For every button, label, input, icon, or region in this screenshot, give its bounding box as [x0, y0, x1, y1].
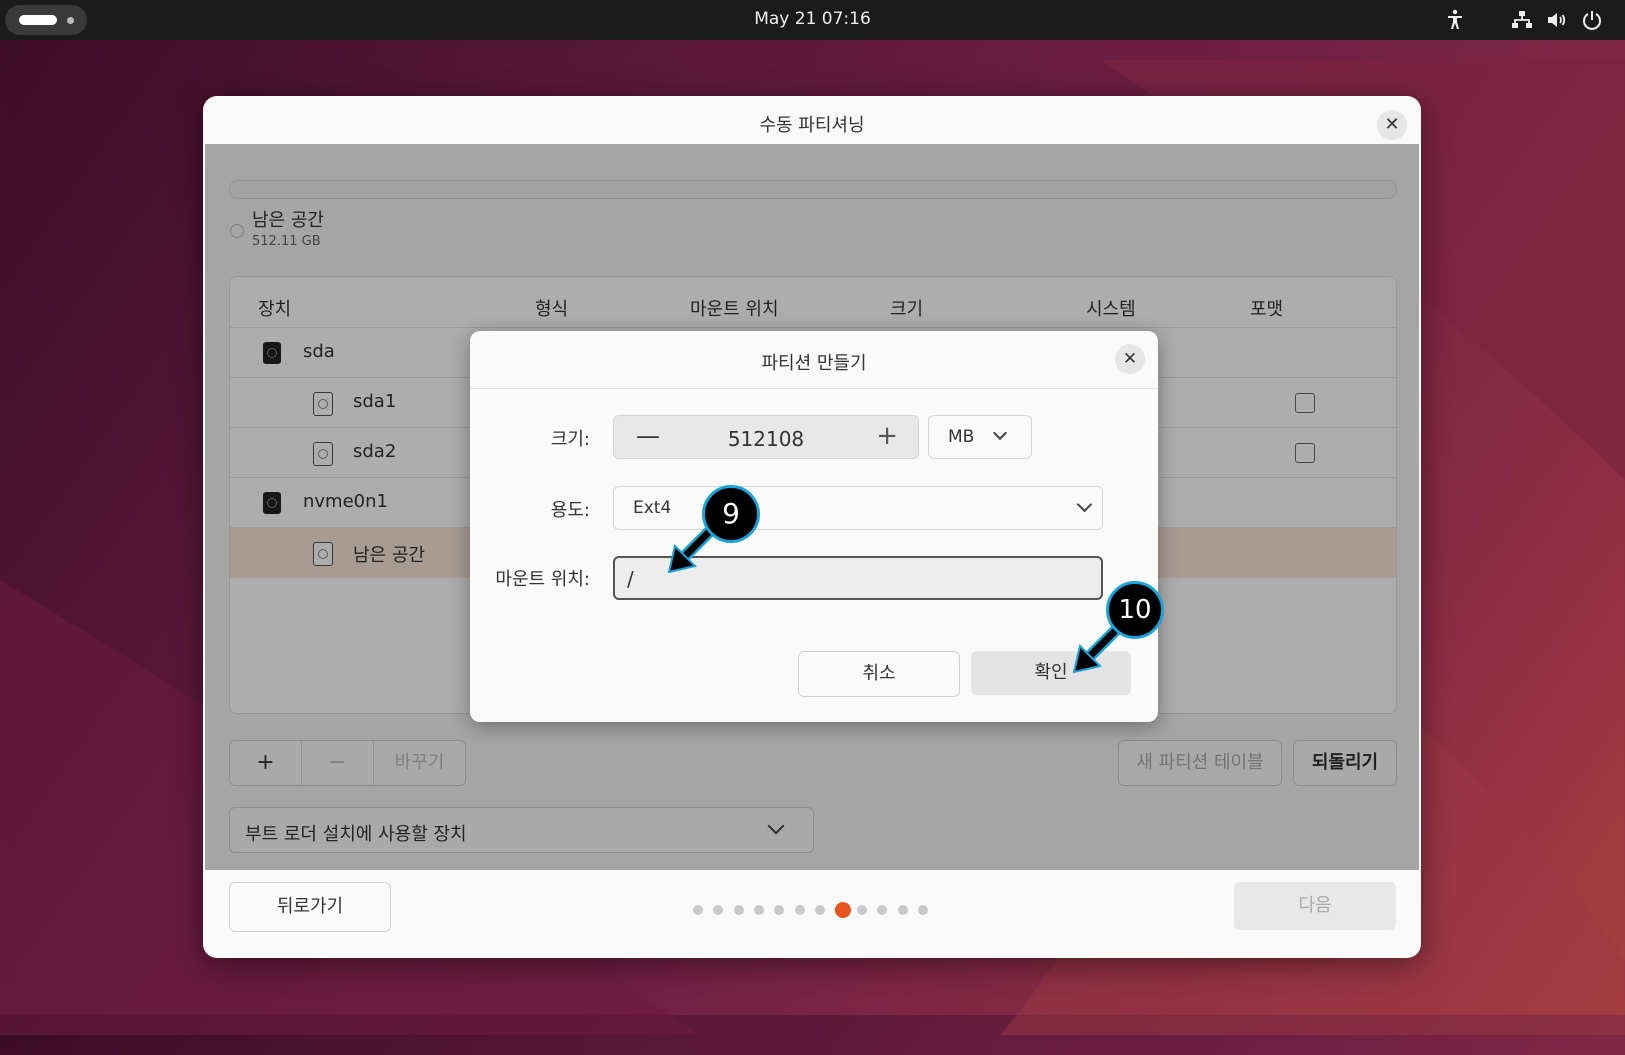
step-9-badge: 9 — [702, 485, 760, 543]
dialog-close-button[interactable]: ✕ — [1115, 344, 1145, 374]
step-10-badge: 10 — [1106, 581, 1164, 639]
step-dot — [918, 905, 928, 915]
power-icon[interactable] — [1580, 8, 1604, 32]
step-dot-active — [835, 902, 852, 918]
size-stepper[interactable]: — 512108 + — [613, 415, 919, 459]
use-label: 용도: — [550, 500, 590, 521]
step-dot — [713, 905, 724, 915]
filesystem-value: Ext4 — [633, 498, 672, 518]
step-dot — [814, 905, 825, 915]
plus-icon[interactable]: + — [876, 421, 898, 451]
next-button[interactable]: 다음 — [1234, 882, 1396, 930]
network-icon[interactable] — [1510, 8, 1534, 32]
dialog-title: 파티션 만들기 — [761, 353, 867, 374]
size-value[interactable]: 512108 — [614, 427, 918, 451]
size-label: 크기: — [550, 429, 590, 450]
close-icon: ✕ — [1384, 114, 1400, 135]
step-dot — [877, 905, 888, 915]
unit-select[interactable]: MB — [928, 415, 1032, 459]
accessibility-icon[interactable] — [1443, 8, 1467, 32]
top-bar: May 21 07:16 — [0, 0, 1625, 40]
chevron-down-icon — [992, 425, 1008, 441]
step-dot — [897, 905, 908, 915]
divider — [470, 388, 1158, 389]
window-close-button[interactable]: ✕ — [1377, 110, 1407, 140]
back-button[interactable]: 뒤로가기 — [229, 882, 391, 932]
cancel-button[interactable]: 취소 — [798, 651, 960, 697]
create-partition-dialog: 파티션 만들기 ✕ 크기: — 512108 + MB 용도: Ext4 마운트… — [470, 331, 1158, 722]
step-dot — [774, 905, 785, 915]
clock[interactable]: May 21 07:16 — [0, 9, 1625, 29]
close-icon: ✕ — [1122, 349, 1138, 369]
unit-value: MB — [948, 427, 975, 447]
step-dot — [693, 905, 703, 915]
volume-icon[interactable] — [1545, 8, 1569, 32]
step-dot — [857, 905, 868, 915]
step-dot — [733, 905, 744, 915]
chevron-down-icon — [1076, 496, 1093, 513]
step-dot — [794, 905, 805, 915]
window-title: 수동 파티셔닝 — [759, 115, 865, 136]
mount-label: 마운트 위치: — [495, 569, 590, 590]
step-dot — [753, 905, 764, 915]
